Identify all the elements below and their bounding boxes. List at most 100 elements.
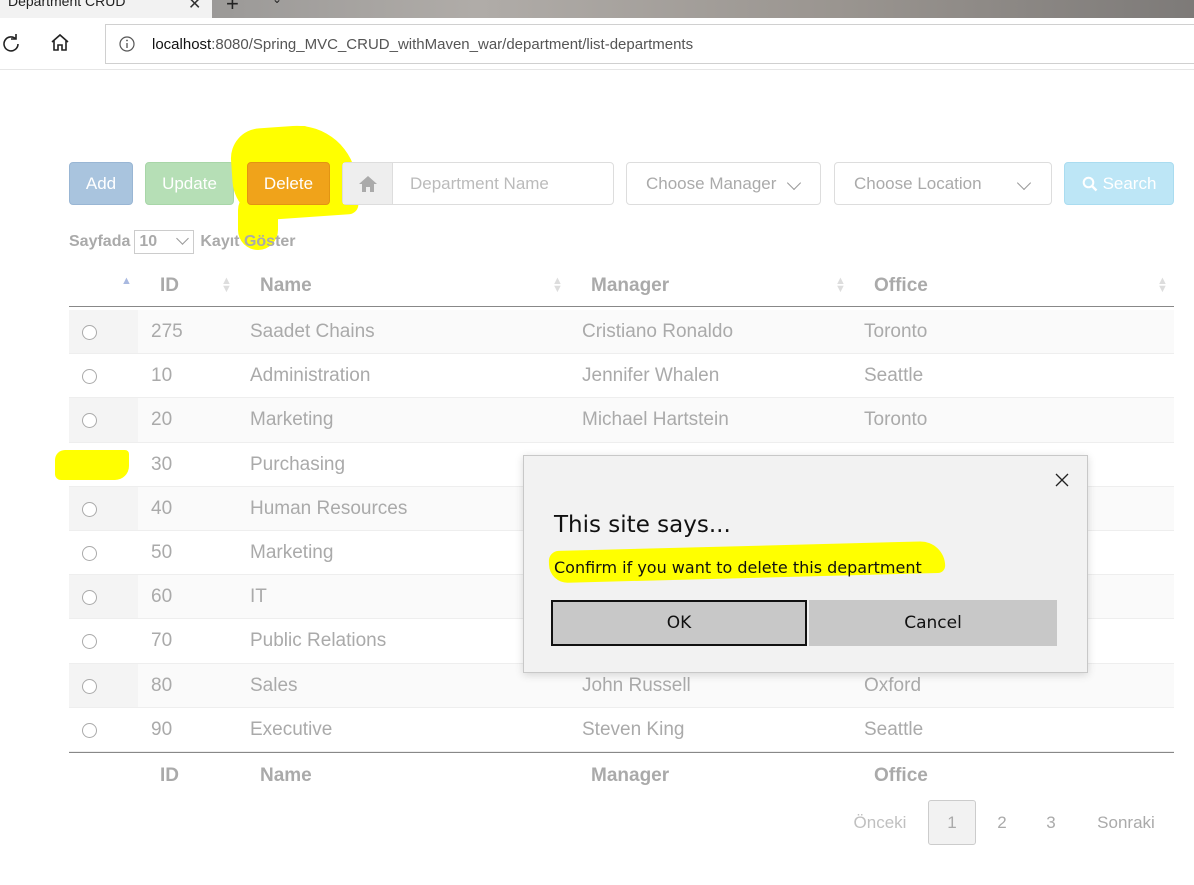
row-select-cell <box>69 486 138 530</box>
ok-button[interactable]: OK <box>551 600 807 646</box>
column-header-manager[interactable]: Manager <box>591 275 669 297</box>
sort-icon[interactable]: ▲ ▼ <box>1157 276 1168 295</box>
table-header: ▲ ID ▲ ▼ Name ▲ ▼ Manager ▲ ▼ Office ▲ ▼ <box>69 263 1174 307</box>
manager-select[interactable]: Choose Manager <box>626 162 821 205</box>
page-length-value: 10 <box>139 233 158 250</box>
row-select-radio[interactable] <box>82 325 97 340</box>
cell-office: Toronto <box>864 321 928 342</box>
pagination-page-3[interactable]: 3 <box>1031 800 1071 845</box>
cell-office: Oxford <box>864 674 922 696</box>
confirm-dialog: This site says... Confirm if you want to… <box>523 455 1088 673</box>
row-select-cell <box>69 707 138 751</box>
cell-id: 10 <box>151 365 173 387</box>
row-select-radio[interactable] <box>82 634 97 650</box>
page-length-suffix: Kayıt Göster <box>200 233 296 250</box>
sort-icon[interactable]: ▲ ▼ <box>552 276 563 295</box>
table-row[interactable]: 10 Administration Jennifer Whalen Seattle <box>69 354 1174 399</box>
sort-asc-icon[interactable]: ▲ <box>121 276 132 287</box>
cell-name: Public Relations <box>250 630 387 652</box>
cancel-button[interactable]: Cancel <box>809 600 1057 646</box>
home-icon[interactable] <box>47 30 73 56</box>
column-header-office[interactable]: Office <box>874 275 928 297</box>
footer-header-name: Name <box>260 765 312 786</box>
cell-name: Saadet Chains <box>250 321 375 342</box>
cell-name: Administration <box>250 365 371 387</box>
cell-name: Marketing <box>250 409 334 431</box>
pagination-previous[interactable]: Önceki <box>842 800 918 845</box>
location-select[interactable]: Choose Location <box>834 162 1052 205</box>
table-row[interactable]: 20 Marketing Michael Hartstein Toronto <box>69 398 1174 443</box>
pagination-next[interactable]: Sonraki <box>1086 800 1166 845</box>
footer-header-manager: Manager <box>591 765 670 786</box>
search-button-label: Search <box>1102 173 1157 193</box>
chevron-down-icon <box>176 232 190 245</box>
search-button[interactable]: Search <box>1064 162 1174 205</box>
tab-title: Department CRUD <box>8 0 126 9</box>
cell-name: Human Resources <box>250 497 408 519</box>
cell-name: Purchasing <box>250 453 346 475</box>
tab-menu-chevron-icon[interactable]: ⌄ <box>272 0 282 6</box>
cell-id: 20 <box>151 409 173 431</box>
refresh-icon[interactable] <box>0 30 24 56</box>
cell-manager: John Russell <box>582 674 691 696</box>
cell-id: 275 <box>151 321 183 342</box>
pagination-page-2[interactable]: 2 <box>982 800 1022 845</box>
row-select-cell <box>69 619 138 663</box>
home-icon <box>343 163 393 204</box>
tab-close-icon[interactable]: ✕ <box>188 0 201 14</box>
site-info-icon[interactable] <box>118 35 136 58</box>
update-button[interactable]: Update <box>145 162 234 205</box>
page-length-control: Sayfada 10 Kayıt Göster <box>69 230 296 254</box>
row-select-cell <box>69 398 138 442</box>
cell-manager: Jennifer Whalen <box>582 365 720 387</box>
sort-icon[interactable]: ▲ ▼ <box>221 276 232 295</box>
browser-tab-bar: Department CRUD ✕ + ⌄ <box>0 0 1194 18</box>
sort-icon[interactable]: ▲ ▼ <box>835 276 846 295</box>
row-select-radio[interactable] <box>82 678 97 694</box>
new-tab-icon[interactable]: + <box>226 0 239 17</box>
row-select-radio[interactable] <box>82 545 97 561</box>
chevron-down-icon <box>1016 175 1032 191</box>
row-select-cell <box>69 530 138 575</box>
pagination-page-1[interactable]: 1 <box>928 800 976 845</box>
row-select-radio[interactable] <box>82 413 97 429</box>
column-header-name[interactable]: Name <box>260 275 312 297</box>
cell-office: Seattle <box>864 718 924 740</box>
close-icon[interactable] <box>1054 472 1070 488</box>
row-select-cell <box>69 310 138 354</box>
row-select-cell <box>69 354 138 398</box>
cell-name: Executive <box>250 718 333 740</box>
row-select-cell <box>69 663 138 707</box>
cell-manager: Cristiano Ronaldo <box>582 321 734 342</box>
page-length-select[interactable]: 10 <box>134 230 195 254</box>
dialog-title: This site says... <box>554 512 731 538</box>
address-row: localhost:8080/Spring_MVC_CRUD_withMaven… <box>0 18 1194 70</box>
table-row[interactable]: 90 Executive Steven King Seattle <box>69 707 1174 752</box>
url-host: localhost <box>152 36 212 53</box>
cell-id: 80 <box>151 674 173 696</box>
dialog-message: Confirm if you want to delete this depar… <box>554 558 922 577</box>
department-name-input[interactable] <box>394 163 612 204</box>
location-select-value: Choose Location <box>854 173 982 193</box>
cell-name: Sales <box>250 674 298 696</box>
cell-name: IT <box>250 586 267 608</box>
row-select-radio[interactable] <box>82 722 97 738</box>
delete-button[interactable]: Delete <box>247 162 330 205</box>
row-select-radio[interactable] <box>82 369 97 385</box>
footer-header-id: ID <box>160 765 179 786</box>
browser-tab[interactable]: Department CRUD ✕ <box>0 0 212 18</box>
address-bar[interactable]: localhost:8080/Spring_MVC_CRUD_withMaven… <box>105 24 1194 64</box>
table-row[interactable]: 275 Saadet Chains Cristiano Ronaldo Toronto <box>69 310 1174 355</box>
row-select-radio[interactable] <box>82 501 97 517</box>
chevron-down-icon <box>786 175 802 191</box>
cell-id: 70 <box>151 630 173 652</box>
page-length-prefix: Sayfada <box>69 233 131 250</box>
search-icon <box>1082 176 1097 191</box>
manager-select-value: Choose Manager <box>646 173 777 193</box>
url-path: :8080/Spring_MVC_CRUD_withMaven_war/depa… <box>211 36 694 53</box>
add-button[interactable]: Add <box>69 162 133 205</box>
row-select-radio[interactable] <box>82 590 97 606</box>
column-header-id[interactable]: ID <box>160 275 179 297</box>
highlight-mark <box>55 450 129 480</box>
table-footer: ID Name Manager Office <box>69 752 1174 796</box>
